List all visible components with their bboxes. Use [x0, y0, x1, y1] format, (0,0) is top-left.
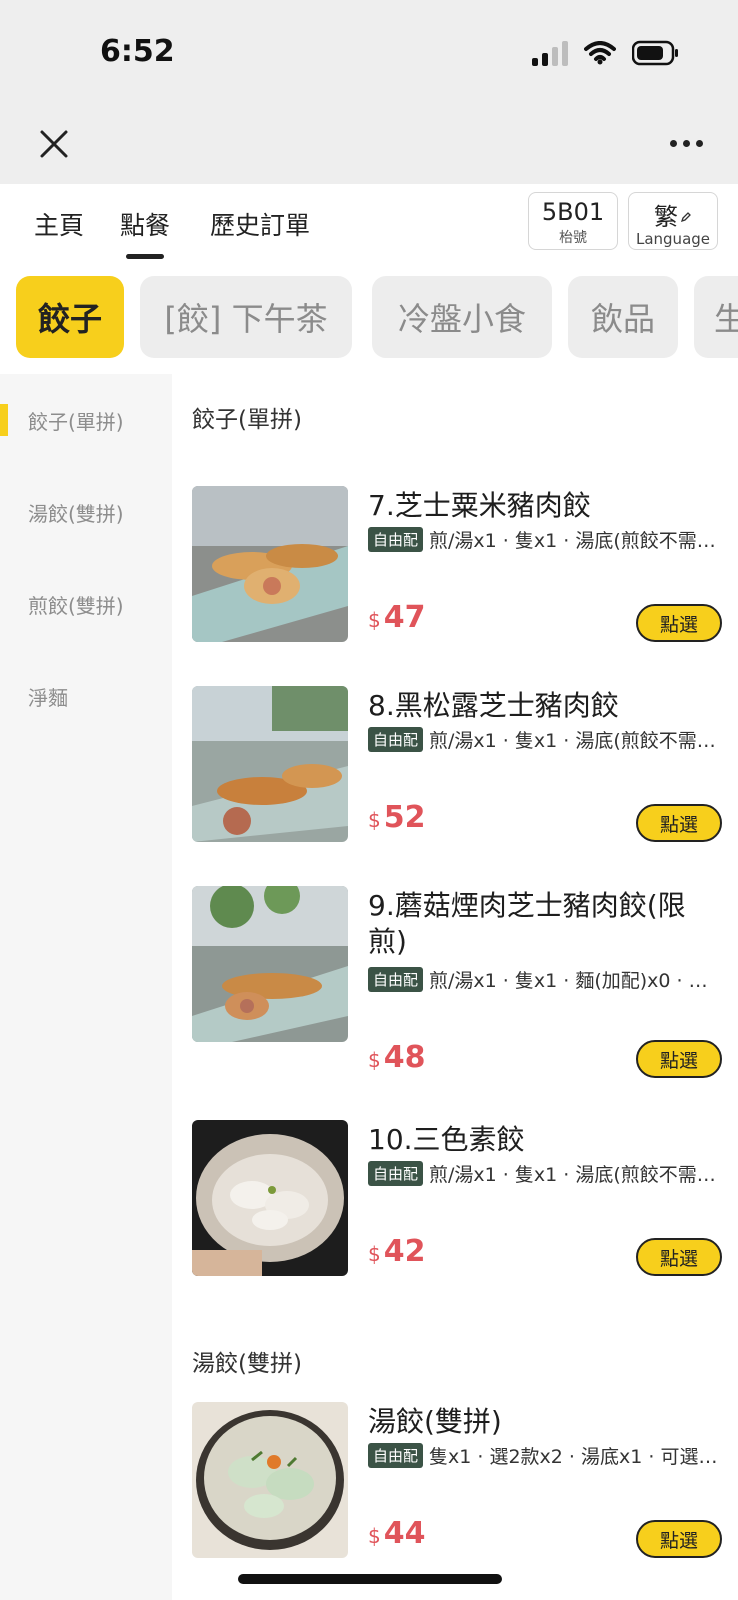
- table-number-badge: 5B01 枱號: [528, 192, 618, 250]
- tab-order-history[interactable]: 歷史訂單: [210, 206, 310, 242]
- status-time: 6:52: [100, 34, 175, 69]
- item-price: $44: [368, 1516, 426, 1551]
- item-price: $47: [368, 600, 426, 635]
- home-indicator: [238, 1574, 502, 1584]
- item-name: 10.三色素餃: [368, 1123, 525, 1156]
- section-title: 餃子(單拼): [192, 407, 302, 433]
- dish-image: [192, 1402, 348, 1558]
- select-button[interactable]: 點選: [636, 1520, 722, 1558]
- item-name: 湯餃(雙拼): [368, 1405, 502, 1438]
- item-description: 煎/湯x1 · 隻x1 · 湯底(煎餃不需選)x1: [429, 529, 722, 552]
- sidebar-item-fried-double[interactable]: 煎餃(雙拼): [28, 590, 124, 619]
- free-combo-tag: 自由配: [368, 1442, 424, 1468]
- tab-home[interactable]: 主頁: [34, 206, 84, 242]
- item-description: 隻x1 · 選2款x2 · 湯底x1 · 可選配料: [429, 1445, 722, 1468]
- battery-icon: [632, 40, 680, 66]
- select-button[interactable]: 點選: [636, 604, 722, 642]
- select-button[interactable]: 點選: [636, 804, 722, 842]
- language-label: Language: [635, 230, 711, 248]
- free-combo-tag: 自由配: [368, 966, 424, 992]
- category-chip-afternoon-tea[interactable]: [餃] 下午茶: [140, 276, 352, 358]
- sidebar-item-soup-double[interactable]: 湯餃(雙拼): [28, 498, 124, 527]
- dish-image: [192, 486, 348, 642]
- dish-image: [192, 686, 348, 842]
- free-combo-tag: 自由配: [368, 726, 424, 752]
- sidebar-item-single[interactable]: 餃子(單拼): [28, 406, 124, 435]
- category-chip-more[interactable]: 生: [694, 276, 738, 358]
- sidebar-item-noodles[interactable]: 淨麵: [28, 682, 68, 711]
- tab-order[interactable]: 點餐: [120, 206, 170, 259]
- free-combo-tag: 自由配: [368, 526, 424, 552]
- main-nav: 主頁 點餐 歷史訂單 5B01 枱號 繁 Language: [0, 184, 738, 266]
- item-options: 自由配 煎/湯x1 · 隻x1 · 湯底(煎餃不需選)x1: [368, 726, 722, 752]
- item-options: 自由配 隻x1 · 選2款x2 · 湯底x1 · 可選配料: [368, 1442, 722, 1468]
- menu-item[interactable]: 7.芝士粟米豬肉餃 自由配 煎/湯x1 · 隻x1 · 湯底(煎餃不需選)x1 …: [192, 486, 722, 642]
- menu-item[interactable]: 湯餃(雙拼) 自由配 隻x1 · 選2款x2 · 湯底x1 · 可選配料 $44…: [192, 1402, 722, 1558]
- item-name: 9.蘑菇煙肉芝士豬肉餃(限煎): [368, 889, 686, 958]
- close-icon[interactable]: [34, 124, 74, 164]
- category-chip-drinks[interactable]: 飲品: [568, 276, 678, 358]
- dish-image: [192, 1120, 348, 1276]
- menu-item[interactable]: 10.三色素餃 自由配 煎/湯x1 · 隻x1 · 湯底(煎餃不需選)x1 $4…: [192, 1120, 722, 1276]
- item-description: 煎/湯x1 · 隻x1 · 麵(加配)x0 · 湯底x1: [429, 969, 722, 992]
- sidebar-active-marker: [0, 404, 8, 436]
- table-label: 枱號: [559, 230, 587, 246]
- section-title: 湯餃(雙拼): [192, 1351, 302, 1377]
- item-options: 自由配 煎/湯x1 · 隻x1 · 湯底(煎餃不需選)x1: [368, 1160, 722, 1186]
- category-chip-snacks[interactable]: 冷盤小食: [372, 276, 552, 358]
- item-description: 煎/湯x1 · 隻x1 · 湯底(煎餃不需選)x1: [429, 729, 722, 752]
- sidebar: 餃子(單拼) 湯餃(雙拼) 煎餃(雙拼) 淨麵: [0, 374, 172, 1600]
- select-button[interactable]: 點選: [636, 1040, 722, 1078]
- dish-image: [192, 886, 348, 1042]
- more-icon[interactable]: [664, 126, 708, 160]
- menu-item[interactable]: 8.黑松露芝士豬肉餃 自由配 煎/湯x1 · 隻x1 · 湯底(煎餃不需選)x1…: [192, 686, 722, 842]
- status-icons: [532, 40, 680, 66]
- item-name: 8.黑松露芝士豬肉餃: [368, 689, 619, 722]
- language-char: 繁: [654, 203, 678, 231]
- wifi-icon: [584, 41, 616, 65]
- item-price: $48: [368, 1040, 426, 1075]
- item-options: 自由配 煎/湯x1 · 隻x1 · 湯底(煎餃不需選)x1: [368, 526, 722, 552]
- select-button[interactable]: 點選: [636, 1238, 722, 1276]
- table-number: 5B01: [541, 198, 605, 226]
- language-button[interactable]: 繁 Language: [628, 192, 718, 250]
- menu-item[interactable]: 9.蘑菇煙肉芝士豬肉餃(限煎) 自由配 煎/湯x1 · 隻x1 · 麵(加配)x…: [192, 886, 722, 1082]
- top-bar: [0, 110, 738, 184]
- item-options: 自由配 煎/湯x1 · 隻x1 · 麵(加配)x0 · 湯底x1: [368, 966, 722, 992]
- status-bar: 6:52: [0, 0, 738, 110]
- category-chip-dumplings[interactable]: 餃子: [16, 276, 124, 358]
- free-combo-tag: 自由配: [368, 1160, 424, 1186]
- signal-icon: [532, 40, 568, 66]
- item-description: 煎/湯x1 · 隻x1 · 湯底(煎餃不需選)x1: [429, 1163, 722, 1186]
- item-name: 7.芝士粟米豬肉餃: [368, 489, 591, 522]
- pencil-icon: [680, 208, 692, 227]
- category-bar: 餃子 [餃] 下午茶 冷盤小食 飲品 生: [0, 266, 738, 364]
- item-price: $42: [368, 1234, 426, 1269]
- item-price: $52: [368, 800, 426, 835]
